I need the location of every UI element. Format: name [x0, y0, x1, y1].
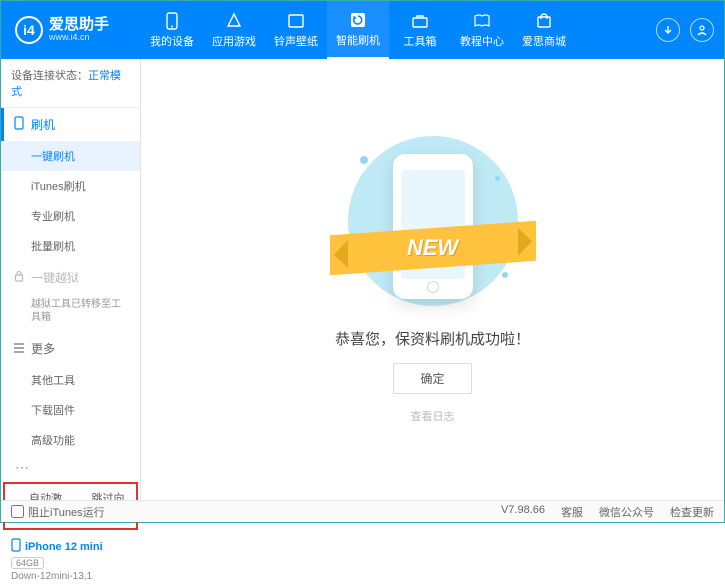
device-name: iPhone 12 mini: [11, 538, 130, 555]
section-label: 更多: [31, 340, 55, 357]
nav-apps[interactable]: 应用游戏: [203, 1, 265, 59]
header-right: ☰ ≡ – □ ×: [656, 18, 724, 42]
nav-toolbox[interactable]: 工具箱: [389, 1, 451, 59]
sidebar-item-advanced[interactable]: 高级功能: [1, 425, 140, 455]
nav-tutorials[interactable]: 教程中心: [451, 1, 513, 59]
main-content: NEW 恭喜您，保资料刷机成功啦！ 确定 查看日志: [141, 59, 724, 500]
ok-button[interactable]: 确定: [393, 363, 471, 394]
wechat-link[interactable]: 微信公众号: [599, 504, 654, 520]
book-icon: [473, 12, 491, 30]
apps-icon: [225, 12, 243, 30]
sidebar-section-flash[interactable]: 刷机: [1, 108, 140, 141]
store-icon: [535, 12, 553, 30]
device-model: Down-12mini-13,1: [11, 571, 130, 582]
sidebar-section-more[interactable]: 更多: [1, 332, 140, 365]
sidebar-item-other-tools[interactable]: 其他工具: [1, 365, 140, 395]
user-button[interactable]: [690, 18, 714, 42]
download-button[interactable]: [656, 18, 680, 42]
lock-icon: [13, 270, 25, 285]
sidebar: 设备连接状态：正常模式 刷机 一键刷机 iTunes刷机 专业刷机 批量刷机 一…: [1, 59, 141, 500]
view-log-link[interactable]: 查看日志: [411, 408, 455, 424]
refresh-icon: [349, 11, 367, 29]
connection-status: 设备连接状态：正常模式: [1, 59, 140, 108]
nav-flash[interactable]: 智能刷机: [327, 1, 389, 59]
nav-label: 智能刷机: [336, 32, 380, 48]
jailbreak-note: 越狱工具已转移至工具箱: [1, 294, 140, 332]
nav-label: 工具箱: [404, 33, 437, 49]
sidebar-item-download-firmware[interactable]: 下载固件: [1, 395, 140, 425]
nav-label: 教程中心: [460, 33, 504, 49]
list-icon: [13, 342, 25, 356]
sidebar-item-batch-flash[interactable]: 批量刷机: [1, 231, 140, 261]
block-itunes-checkbox[interactable]: 阻止iTunes运行: [11, 504, 105, 520]
logo-icon: i4: [15, 16, 43, 44]
sidebar-item-onekey-flash[interactable]: 一键刷机: [1, 141, 140, 171]
status-bar: 阻止iTunes运行 V7.98.66 客服 微信公众号 检查更新: [1, 500, 724, 522]
app-url: www.i4.cn: [49, 33, 109, 43]
check-update-link[interactable]: 检查更新: [670, 504, 714, 520]
main-nav: 我的设备 应用游戏 铃声壁纸 智能刷机 工具箱 教程中心 爱思商城: [141, 1, 656, 59]
app-title: 爱思助手: [49, 17, 109, 34]
success-message: 恭喜您，保资料刷机成功啦！: [335, 328, 530, 349]
nav-label: 我的设备: [150, 33, 194, 49]
nav-label: 应用游戏: [212, 33, 256, 49]
nav-store[interactable]: 爱思商城: [513, 1, 575, 59]
version-label: V7.98.66: [501, 504, 545, 520]
nav-my-device[interactable]: 我的设备: [141, 1, 203, 59]
wallpaper-icon: [287, 12, 305, 30]
customer-service-link[interactable]: 客服: [561, 504, 583, 520]
success-illustration: NEW: [348, 136, 518, 306]
sidebar-item-itunes-flash[interactable]: iTunes刷机: [1, 171, 140, 201]
phone-icon: [13, 116, 25, 133]
sidebar-more-icon[interactable]: ⋯: [1, 455, 140, 480]
sidebar-section-jailbreak: 一键越狱: [1, 261, 140, 294]
section-label: 一键越狱: [31, 269, 79, 286]
phone-icon: [11, 538, 21, 555]
toolbox-icon: [411, 12, 429, 30]
section-label: 刷机: [31, 116, 55, 133]
nav-label: 爱思商城: [522, 33, 566, 49]
sidebar-item-pro-flash[interactable]: 专业刷机: [1, 201, 140, 231]
ribbon-text: NEW: [407, 235, 458, 261]
nav-label: 铃声壁纸: [274, 33, 318, 49]
logo-area: i4 爱思助手 www.i4.cn: [1, 16, 141, 44]
device-storage: 64GB: [11, 557, 44, 569]
app-header: i4 爱思助手 www.i4.cn 我的设备 应用游戏 铃声壁纸 智能刷机 工具…: [1, 1, 724, 59]
nav-ringtones[interactable]: 铃声壁纸: [265, 1, 327, 59]
device-info[interactable]: iPhone 12 mini 64GB Down-12mini-13,1: [1, 532, 140, 588]
phone-icon: [163, 12, 181, 30]
